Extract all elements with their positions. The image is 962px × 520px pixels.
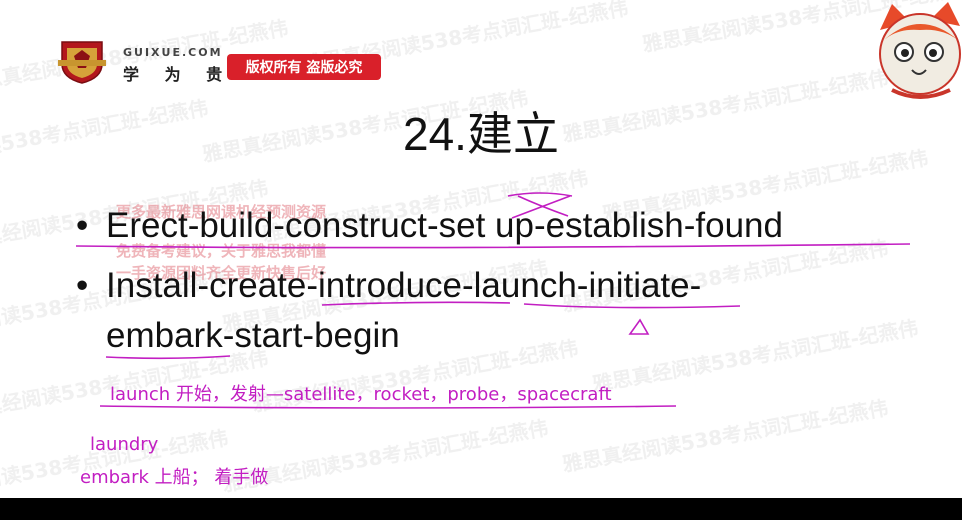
bullet-dot: • — [76, 206, 89, 245]
bullet-item-1: • Erect-build-construct-set up-establish-… — [76, 206, 783, 246]
watermark-text: 雅思真经阅读538考点词汇班-纪燕伟 — [220, 415, 550, 497]
handwritten-note-launch: launch 开始，发射—satellite，rocket，probe，spac… — [110, 384, 612, 405]
underline-stroke — [99, 405, 677, 409]
brand-name: 学 为 贵 — [123, 65, 233, 84]
slide-title: 24.建立 — [403, 108, 559, 160]
bullet-item-2-continued: embark-start-begin — [106, 316, 400, 356]
watermark-text: 雅思真经阅读538考点词汇班-纪燕伟 — [590, 315, 920, 397]
mascot-cat-icon — [879, 2, 961, 99]
handwritten-note-embark: embark 上船； 着手做 — [80, 467, 269, 488]
shield-logo-icon — [58, 41, 106, 84]
bullet-text: Erect-build-construct-set up-establish-f… — [106, 206, 783, 245]
underline-stroke — [105, 355, 231, 360]
bullet-text: embark-start-begin — [106, 316, 400, 355]
bullet-dot: • — [76, 266, 89, 305]
bullet-text: Install-create-introduce-launch-initiate… — [106, 266, 702, 305]
site-url: GUIXUE.COM — [123, 46, 223, 59]
video-bottom-bar — [0, 498, 962, 520]
delta-mark — [628, 318, 650, 335]
underline-stroke — [507, 192, 573, 197]
handwritten-note-laundry: laundry — [90, 434, 159, 455]
bullet-item-2: • Install-create-introduce-launch-initiat… — [76, 266, 701, 306]
copyright-badge: 版权所有 盗版必究 — [227, 54, 381, 80]
